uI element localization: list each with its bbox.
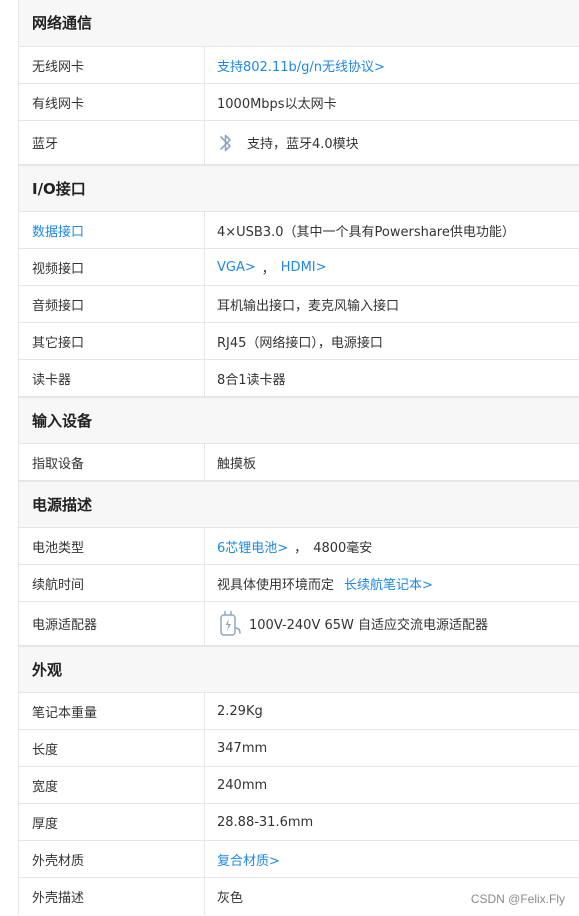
value-battery-life: 视具体使用环境而定 <box>217 577 335 593</box>
row-wired: 有线网卡 1000Mbps以太网卡 <box>19 84 579 121</box>
row-video-port: 视频接口 VGA> ， HDMI> <box>19 249 579 286</box>
label-wired: 有线网卡 <box>19 84 205 120</box>
label-battery-life: 续航时间 <box>19 565 205 601</box>
section-network-title: 网络通信 <box>19 0 579 47</box>
row-width: 宽度 240mm <box>19 767 579 804</box>
link-wireless-protocol[interactable]: 支持802.11b/g/n无线协议> <box>217 56 385 75</box>
link-shell-material[interactable]: 复合材质> <box>217 850 280 869</box>
power-adapter-icon <box>217 610 243 638</box>
row-other-port: 其它接口 RJ45（网络接口），电源接口 <box>19 323 579 360</box>
row-shell-material: 外壳材质 复合材质> <box>19 841 579 878</box>
row-wireless: 无线网卡 支持802.11b/g/n无线协议> <box>19 47 579 84</box>
value-other-port: RJ45（网络接口），电源接口 <box>217 335 383 351</box>
label-width: 宽度 <box>19 767 205 803</box>
label-battery: 电池类型 <box>19 528 205 564</box>
row-data-port: 数据接口 4×USB3.0（其中一个具有Powershare供电功能） <box>19 212 579 249</box>
label-audio-port: 音频接口 <box>19 286 205 322</box>
value-length: 347mm <box>217 740 268 756</box>
row-length: 长度 347mm <box>19 730 579 767</box>
bluetooth-icon <box>217 131 235 155</box>
label-thickness: 厚度 <box>19 804 205 840</box>
value-thickness: 28.88-31.6mm <box>217 814 314 830</box>
value-width: 240mm <box>217 777 268 793</box>
row-battery: 电池类型 6芯锂电池> ， 4800毫安 <box>19 528 579 565</box>
row-card-reader: 读卡器 8合1读卡器 <box>19 360 579 397</box>
row-pointing: 指取设备 触摸板 <box>19 444 579 481</box>
label-wireless: 无线网卡 <box>19 47 205 83</box>
section-power-title: 电源描述 <box>19 481 579 528</box>
label-shell-desc: 外壳描述 <box>19 878 205 915</box>
separator: ， <box>294 540 308 556</box>
label-weight: 笔记本重量 <box>19 693 205 729</box>
link-long-battery-laptop[interactable]: 长续航笔记本> <box>344 574 433 593</box>
label-card-reader: 读卡器 <box>19 360 205 396</box>
label-length: 长度 <box>19 730 205 766</box>
section-appearance-title: 外观 <box>19 646 579 693</box>
value-pointing: 触摸板 <box>217 456 257 472</box>
link-battery-type[interactable]: 6芯锂电池> <box>217 537 288 556</box>
spec-table: 网络通信 无线网卡 支持802.11b/g/n无线协议> 有线网卡 1000Mb… <box>18 0 579 915</box>
section-io-title: I/O接口 <box>19 165 579 212</box>
label-adapter: 电源适配器 <box>19 602 205 645</box>
value-adapter: 100V-240V 65W 自适应交流电源适配器 <box>249 618 489 633</box>
label-bluetooth: 蓝牙 <box>19 121 205 164</box>
label-other-port: 其它接口 <box>19 323 205 359</box>
row-thickness: 厚度 28.88-31.6mm <box>19 804 579 841</box>
value-card-reader: 8合1读卡器 <box>217 372 286 388</box>
row-audio-port: 音频接口 耳机输出接口，麦克风输入接口 <box>19 286 579 323</box>
row-weight: 笔记本重量 2.29Kg <box>19 693 579 730</box>
value-weight: 2.29Kg <box>217 703 263 719</box>
watermark: CSDN @Felix.Fly <box>470 892 565 906</box>
value-bluetooth: 支持，蓝牙4.0模块 <box>247 137 359 152</box>
label-video-port: 视频接口 <box>19 249 205 285</box>
value-data-port: 4×USB3.0（其中一个具有Powershare供电功能） <box>217 224 515 240</box>
value-wired: 1000Mbps以太网卡 <box>217 96 337 112</box>
value-audio-port: 耳机输出接口，麦克风输入接口 <box>217 298 400 314</box>
separator: ， <box>261 261 275 277</box>
link-vga[interactable]: VGA> <box>217 260 256 275</box>
link-data-port[interactable]: 数据接口 <box>32 221 84 240</box>
row-adapter: 电源适配器 100V-240V 65W 自适应交流电源适配器 <box>19 602 579 646</box>
label-shell-material: 外壳材质 <box>19 841 205 877</box>
label-pointing: 指取设备 <box>19 444 205 480</box>
row-bluetooth: 蓝牙 支持，蓝牙4.0模块 <box>19 121 579 165</box>
link-hdmi[interactable]: HDMI> <box>281 260 327 275</box>
value-battery-capacity: 4800毫安 <box>313 540 373 556</box>
row-battery-life: 续航时间 视具体使用环境而定 长续航笔记本> <box>19 565 579 602</box>
section-input-title: 输入设备 <box>19 397 579 444</box>
